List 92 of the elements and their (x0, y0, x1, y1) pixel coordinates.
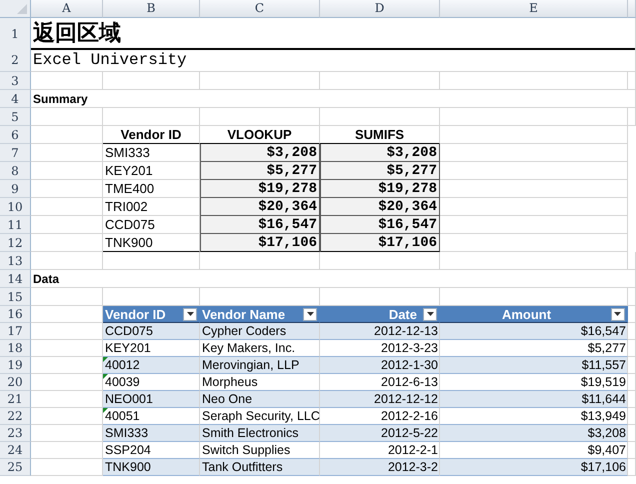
column-header[interactable]: B (103, 0, 200, 18)
row-header[interactable]: 11 (0, 216, 31, 234)
dropdown-icon (186, 312, 194, 316)
row-header[interactable]: 20 (0, 374, 31, 391)
grid-cell (31, 144, 103, 162)
row-header[interactable]: 17 (0, 323, 31, 340)
column-heading: Vendor ID (105, 306, 166, 322)
error-indicator-icon (103, 357, 108, 362)
table-cell: $11,644 (440, 391, 628, 408)
column-header[interactable]: C (200, 0, 320, 18)
table-cell: Neo One (200, 391, 320, 408)
sheet-title: 返回区域 (33, 19, 121, 48)
table-cell: $17,106 (200, 234, 320, 252)
dropdown-icon (306, 312, 314, 316)
table-cell: 40012 (103, 357, 200, 374)
filter-button[interactable] (610, 308, 625, 320)
grid-cell (31, 408, 103, 425)
row-header[interactable]: 21 (0, 391, 31, 408)
row-header[interactable]: 7 (0, 144, 31, 162)
table-cell: $5,277 (320, 162, 440, 180)
filter-button[interactable] (423, 308, 437, 320)
table-cell: $20,364 (320, 198, 440, 216)
grid-cell (31, 180, 103, 198)
table-cell: 2012-12-12 (320, 391, 440, 408)
row-header[interactable]: 16 (0, 306, 31, 323)
row-header[interactable]: 18 (0, 340, 31, 357)
grid-cell (31, 442, 103, 459)
table-cell: $19,278 (320, 180, 440, 198)
table-cell: $16,547 (440, 323, 628, 340)
table-cell: $16,547 (200, 216, 320, 234)
row-header[interactable]: 14 (0, 270, 31, 288)
filter-button[interactable] (303, 308, 317, 320)
column-heading: Vendor Name (202, 306, 286, 322)
column-heading: Date (388, 306, 417, 322)
row-header[interactable]: 1 (0, 18, 31, 50)
subtitle-cell: Excel University (33, 50, 187, 68)
table-cell: $11,557 (440, 357, 628, 374)
row-header[interactable]: 24 (0, 442, 31, 459)
dropdown-icon (426, 312, 434, 316)
grid-cell (31, 126, 103, 144)
grid-cell (31, 234, 103, 252)
row-header[interactable]: 4 (0, 90, 31, 108)
table-cell: $5,277 (200, 162, 320, 180)
column-heading: Vendor ID (103, 126, 200, 144)
table-cell: $3,208 (200, 144, 320, 162)
table-cell: CCD075 (103, 323, 200, 340)
section-label: Summary (33, 92, 88, 106)
row-header[interactable]: 3 (0, 72, 31, 90)
column-header[interactable]: E (440, 0, 628, 18)
table-cell: Smith Electronics (200, 425, 320, 442)
row-header[interactable]: 8 (0, 162, 31, 180)
dropdown-icon (614, 312, 622, 316)
filter-button[interactable] (183, 308, 197, 320)
row-header[interactable]: 6 (0, 126, 31, 144)
table-cell: $17,106 (320, 234, 440, 252)
grid-cell (31, 374, 103, 391)
table-cell: $17,106 (440, 459, 628, 476)
table-cell: $3,208 (440, 425, 628, 442)
table-cell: 2012-12-13 (320, 323, 440, 340)
table-cell: TNK900 (103, 459, 200, 476)
grid-cell (31, 216, 103, 234)
column-header[interactable]: D (320, 0, 440, 18)
table-cell: 2012-5-22 (320, 425, 440, 442)
row-header[interactable]: 22 (0, 408, 31, 425)
row-header[interactable]: 2 (0, 48, 31, 72)
table-cell: Merovingian, LLP (200, 357, 320, 374)
row-header[interactable]: 5 (0, 108, 31, 126)
table-cell: Cypher Coders (200, 323, 320, 340)
row-header[interactable]: 25 (0, 459, 31, 476)
row-header[interactable]: 15 (0, 288, 31, 306)
table-cell: SMI333 (103, 425, 200, 442)
grid-cell (31, 198, 103, 216)
row-header[interactable]: 19 (0, 357, 31, 374)
row-header[interactable]: 10 (0, 198, 31, 216)
table-cell: 2012-3-2 (320, 459, 440, 476)
column-heading: Amount (502, 306, 552, 322)
section-label: Data (33, 272, 60, 286)
table-cell: Tank Outfitters (200, 459, 320, 476)
grid-cell (31, 252, 103, 270)
table-cell: $20,364 (200, 198, 320, 216)
row-header[interactable]: 12 (0, 234, 31, 252)
row-header[interactable]: 23 (0, 425, 31, 442)
table-cell: $19,278 (200, 180, 320, 198)
row-header[interactable]: 13 (0, 252, 31, 270)
table-cell: $16,547 (320, 216, 440, 234)
column-header[interactable]: A (31, 0, 103, 18)
table-cell: 2012-1-30 (320, 357, 440, 374)
grid-cell (31, 162, 103, 180)
row-header[interactable]: 9 (0, 180, 31, 198)
grid-cell (31, 340, 103, 357)
table-cell: $3,208 (320, 144, 440, 162)
table-cell: NEO001 (103, 391, 200, 408)
